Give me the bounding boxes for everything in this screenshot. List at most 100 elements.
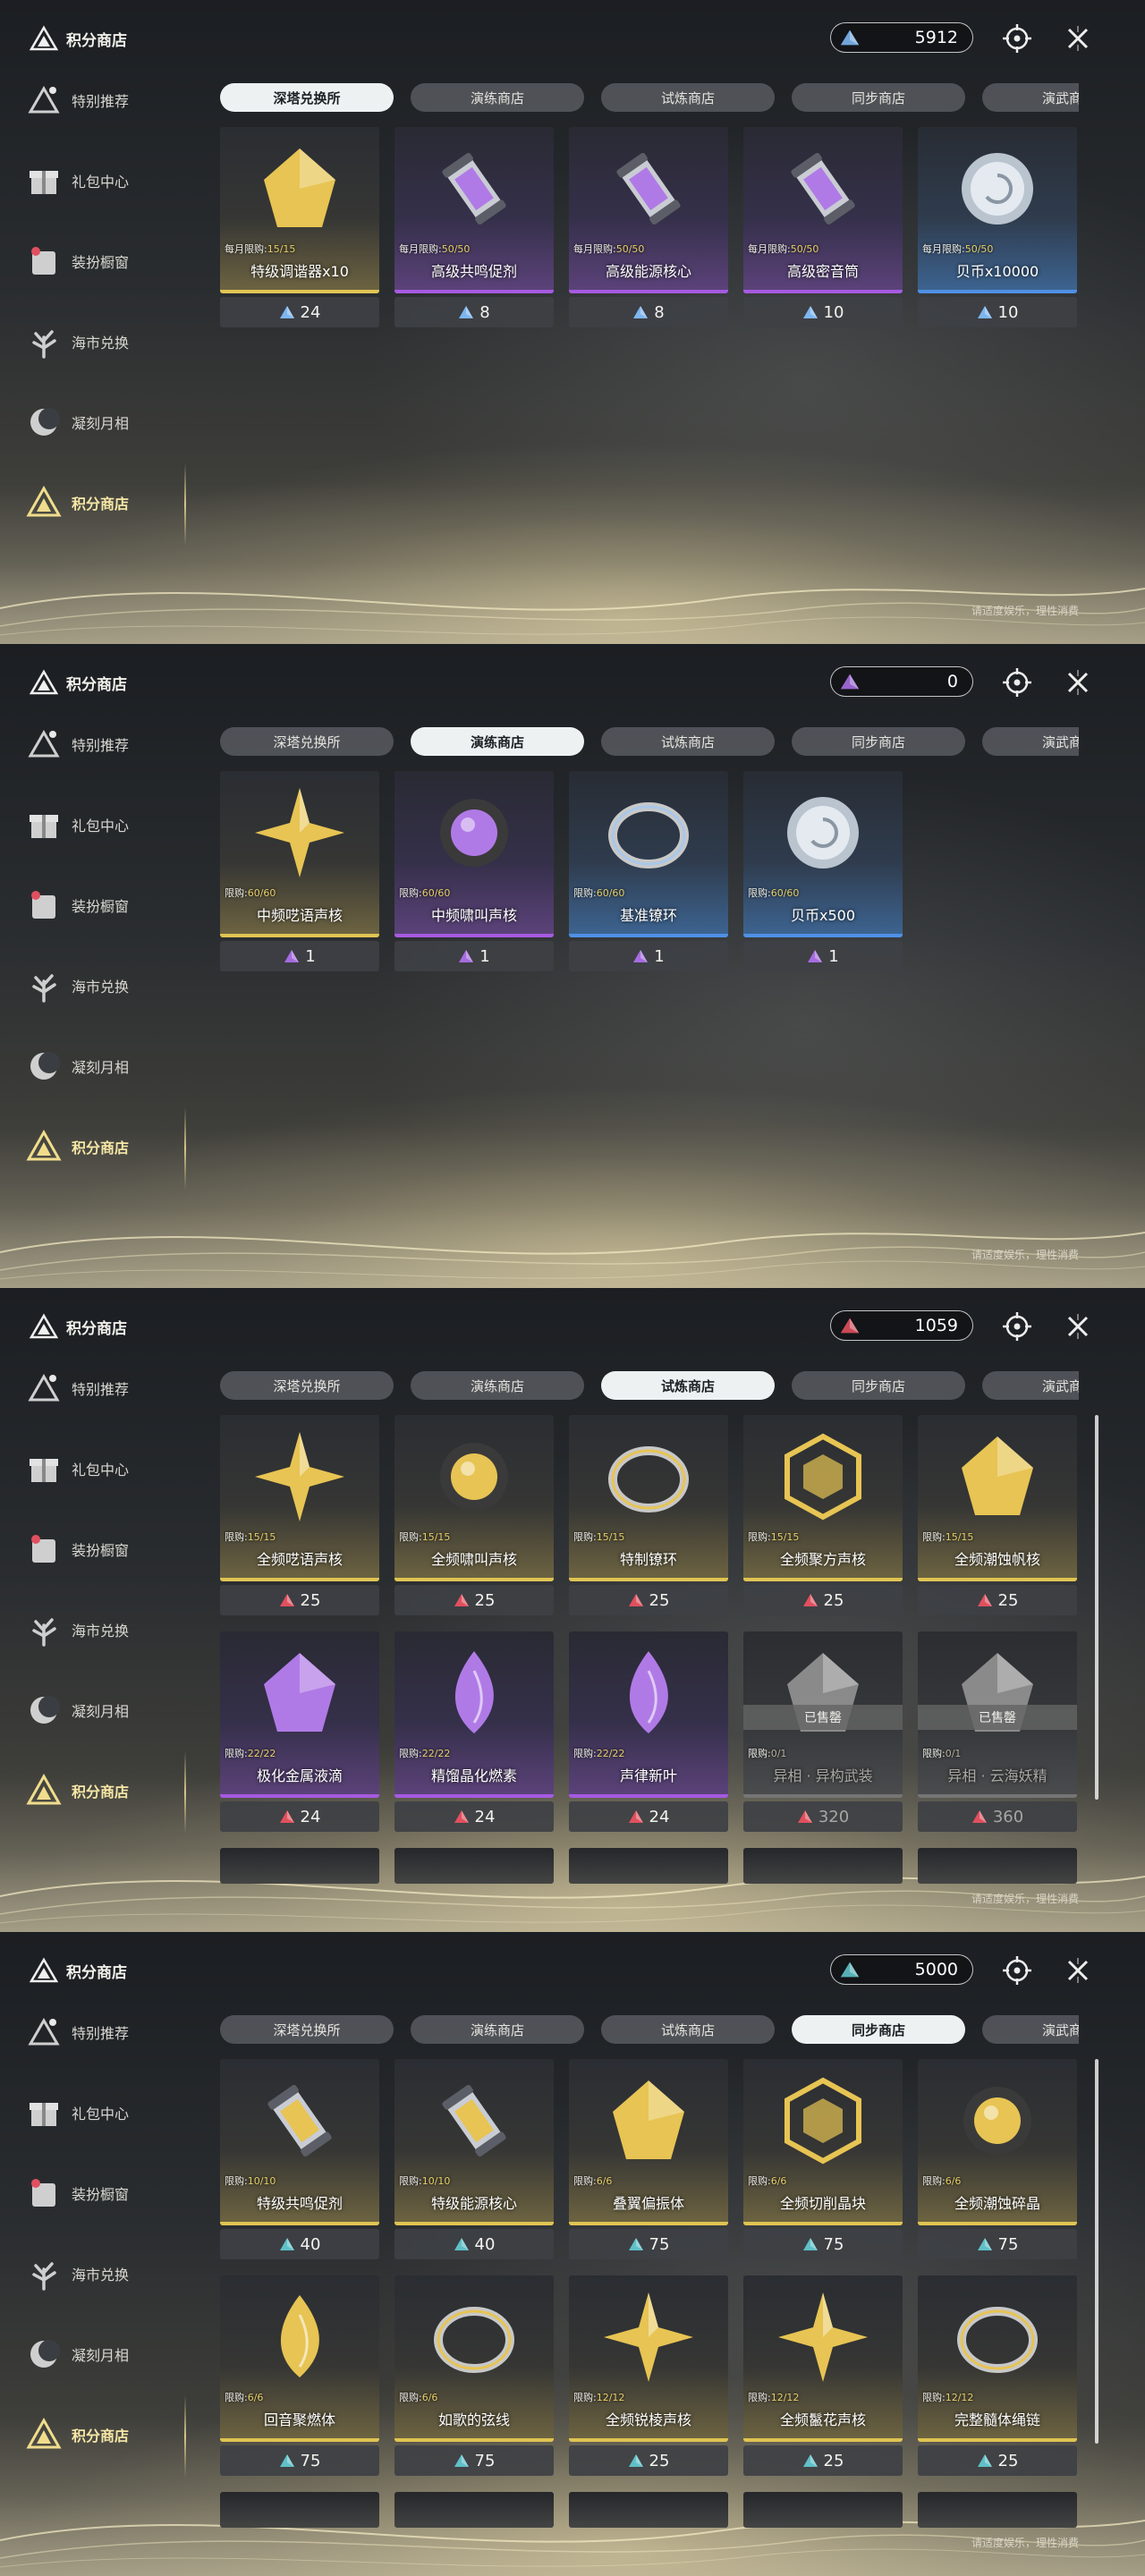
next-row-card[interactable] <box>394 1848 554 1884</box>
purchase-limit-label: 限购: <box>573 1748 597 1759</box>
shop-item-card[interactable]: 每月限购:15/15 特级调谐器x10 24 <box>220 127 379 331</box>
shop-tab[interactable]: 演练商店 <box>411 727 584 756</box>
shop-item-card[interactable]: 限购:15/15 全频聚方声核 25 <box>743 1415 903 1619</box>
sidebar-item[interactable]: 礼包中心 <box>25 1449 129 1488</box>
shop-tab[interactable]: 演武商店 <box>982 727 1079 756</box>
rarity-bar <box>394 2222 554 2225</box>
scrollbar[interactable] <box>1095 2059 1098 2444</box>
sidebar-item[interactable]: 凝刻月相 <box>25 402 129 442</box>
next-row-card[interactable] <box>394 2492 554 2528</box>
shop-item-card[interactable]: 限购:22/22 极化金属液滴 24 <box>220 1631 379 1835</box>
shop-tab[interactable]: 演练商店 <box>411 1371 584 1400</box>
shop-item-card[interactable]: 限购:12/12 全频锐棱声核 25 <box>569 2275 728 2479</box>
rarity-bar <box>569 290 728 293</box>
sidebar-item[interactable]: 凝刻月相 <box>25 2334 129 2374</box>
sidebar-item[interactable]: 积分商店 <box>25 1127 129 1166</box>
close-button[interactable] <box>1061 665 1095 699</box>
sidebar-item[interactable]: 特别推荐 <box>25 2012 129 2052</box>
close-button[interactable] <box>1061 1309 1095 1343</box>
shop-item-card[interactable]: 限购:22/22 声律新叶 24 <box>569 1631 728 1835</box>
next-row-card[interactable] <box>569 1848 728 1884</box>
locate-button[interactable] <box>1000 1953 1034 1987</box>
shop-item-card[interactable]: 限购:0/1 异相 · 异构武装 已售罄 320 <box>743 1631 903 1835</box>
next-row-card[interactable] <box>918 1848 1077 1884</box>
scrollbar[interactable] <box>1095 1415 1098 1800</box>
locate-button[interactable] <box>1000 21 1034 55</box>
shop-item-card[interactable]: 每月限购:50/50 高级密音筒 10 <box>743 127 903 331</box>
shop-item-card[interactable]: 限购:6/6 如歌的弦线 75 <box>394 2275 554 2479</box>
sidebar-item[interactable]: 礼包中心 <box>25 805 129 844</box>
shop-tab[interactable]: 试炼商店 <box>601 1371 775 1400</box>
sidebar-item[interactable]: 海市兑换 <box>25 2254 129 2293</box>
next-row-card[interactable] <box>220 2492 379 2528</box>
sidebar-item[interactable]: 积分商店 <box>25 1771 129 1810</box>
shop-tab[interactable]: 同步商店 <box>792 2015 965 2044</box>
shop-item-card[interactable]: 限购:60/60 基准镣环 1 <box>569 771 728 975</box>
sidebar-item[interactable]: 特别推荐 <box>25 1368 129 1408</box>
shop-item-card[interactable]: 限购:6/6 全频潮蚀碎晶 75 <box>918 2059 1077 2263</box>
active-nav-indicator <box>184 1751 186 1834</box>
locate-button[interactable] <box>1000 665 1034 699</box>
shop-item-card[interactable]: 限购:15/15 全频呓语声核 25 <box>220 1415 379 1619</box>
shop-tab[interactable]: 深塔兑换所 <box>220 727 394 756</box>
shop-item-card[interactable]: 限购:15/15 特制镣环 25 <box>569 1415 728 1619</box>
sidebar-item[interactable]: 礼包中心 <box>25 161 129 200</box>
shop-item-card[interactable]: 限购:6/6 全频切削晶块 75 <box>743 2059 903 2263</box>
shop-item-card[interactable]: 限购:15/15 全频潮蚀帆核 25 <box>918 1415 1077 1619</box>
shop-item-card[interactable]: 限购:0/1 异相 · 云海妖精 已售罄 360 <box>918 1631 1077 1835</box>
sidebar-item[interactable]: 装扮橱窗 <box>25 886 129 925</box>
shop-item-card[interactable]: 限购:6/6 叠翼偏振体 75 <box>569 2059 728 2263</box>
next-row-card[interactable] <box>743 2492 903 2528</box>
shop-tab[interactable]: 同步商店 <box>792 727 965 756</box>
next-row-card[interactable] <box>220 1848 379 1884</box>
shop-item-card[interactable]: 限购:22/22 精馏晶化燃素 24 <box>394 1631 554 1835</box>
shop-item-card[interactable]: 限购:12/12 完整髓体绳链 25 <box>918 2275 1077 2479</box>
next-row-card[interactable] <box>569 2492 728 2528</box>
sidebar-item[interactable]: 装扮橱窗 <box>25 1530 129 1569</box>
shop-tab[interactable]: 深塔兑换所 <box>220 2015 394 2044</box>
shop-item-card[interactable]: 每月限购:50/50 贝币x10000 10 <box>918 127 1077 331</box>
locate-button[interactable] <box>1000 1309 1034 1343</box>
sidebar-item[interactable]: 海市兑换 <box>25 322 129 361</box>
shop-item-card[interactable]: 限购:12/12 全频鬣花声核 25 <box>743 2275 903 2479</box>
sidebar-item[interactable]: 装扮橱窗 <box>25 242 129 281</box>
shop-item-card[interactable]: 限购:60/60 贝币x500 1 <box>743 771 903 975</box>
shop-tab[interactable]: 同步商店 <box>792 83 965 112</box>
orb-core-icon <box>440 799 508 867</box>
shop-item-card[interactable]: 限购:10/10 特级能源核心 40 <box>394 2059 554 2263</box>
sidebar-item[interactable]: 凝刻月相 <box>25 1690 129 1730</box>
gift-icon <box>30 171 58 194</box>
shop-tab[interactable]: 演武商店 <box>982 2015 1079 2044</box>
shop-tab[interactable]: 同步商店 <box>792 1371 965 1400</box>
sidebar-item[interactable]: 装扮橱窗 <box>25 2174 129 2213</box>
shop-item-card[interactable]: 限购:15/15 全频啸叫声核 25 <box>394 1415 554 1619</box>
shop-item-card[interactable]: 限购:6/6 回音聚燃体 75 <box>220 2275 379 2479</box>
sidebar-item[interactable]: 积分商店 <box>25 2415 129 2454</box>
sidebar-item[interactable]: 特别推荐 <box>25 80 129 120</box>
sidebar-item[interactable]: 海市兑换 <box>25 966 129 1005</box>
shop-tab[interactable]: 演武商店 <box>982 83 1079 112</box>
next-row-card[interactable] <box>743 1848 903 1884</box>
shop-tab[interactable]: 深塔兑换所 <box>220 83 394 112</box>
shop-item-card[interactable]: 限购:60/60 中频啸叫声核 1 <box>394 771 554 975</box>
shop-item-card[interactable]: 限购:10/10 特级共鸣促剂 40 <box>220 2059 379 2263</box>
sidebar-item[interactable]: 特别推荐 <box>25 724 129 764</box>
shop-item-card[interactable]: 每月限购:50/50 高级共鸣促剂 8 <box>394 127 554 331</box>
next-row-card[interactable] <box>918 2492 1077 2528</box>
shop-item-card[interactable]: 每月限购:50/50 高级能源核心 8 <box>569 127 728 331</box>
price-gem-icon <box>802 1594 818 1606</box>
sidebar-item[interactable]: 积分商店 <box>25 483 129 522</box>
shop-item-card[interactable]: 限购:60/60 中频呓语声核 1 <box>220 771 379 975</box>
close-button[interactable] <box>1061 1953 1095 1987</box>
shop-tab[interactable]: 试炼商店 <box>601 83 775 112</box>
shop-tab[interactable]: 演练商店 <box>411 83 584 112</box>
shop-tab[interactable]: 深塔兑换所 <box>220 1371 394 1400</box>
shop-tab[interactable]: 演练商店 <box>411 2015 584 2044</box>
sidebar-item[interactable]: 海市兑换 <box>25 1610 129 1649</box>
shop-tab[interactable]: 试炼商店 <box>601 727 775 756</box>
shop-tab[interactable]: 试炼商店 <box>601 2015 775 2044</box>
sidebar-item[interactable]: 礼包中心 <box>25 2093 129 2132</box>
sidebar-item[interactable]: 凝刻月相 <box>25 1046 129 1086</box>
close-button[interactable] <box>1061 21 1095 55</box>
shop-tab[interactable]: 演武商店 <box>982 1371 1079 1400</box>
